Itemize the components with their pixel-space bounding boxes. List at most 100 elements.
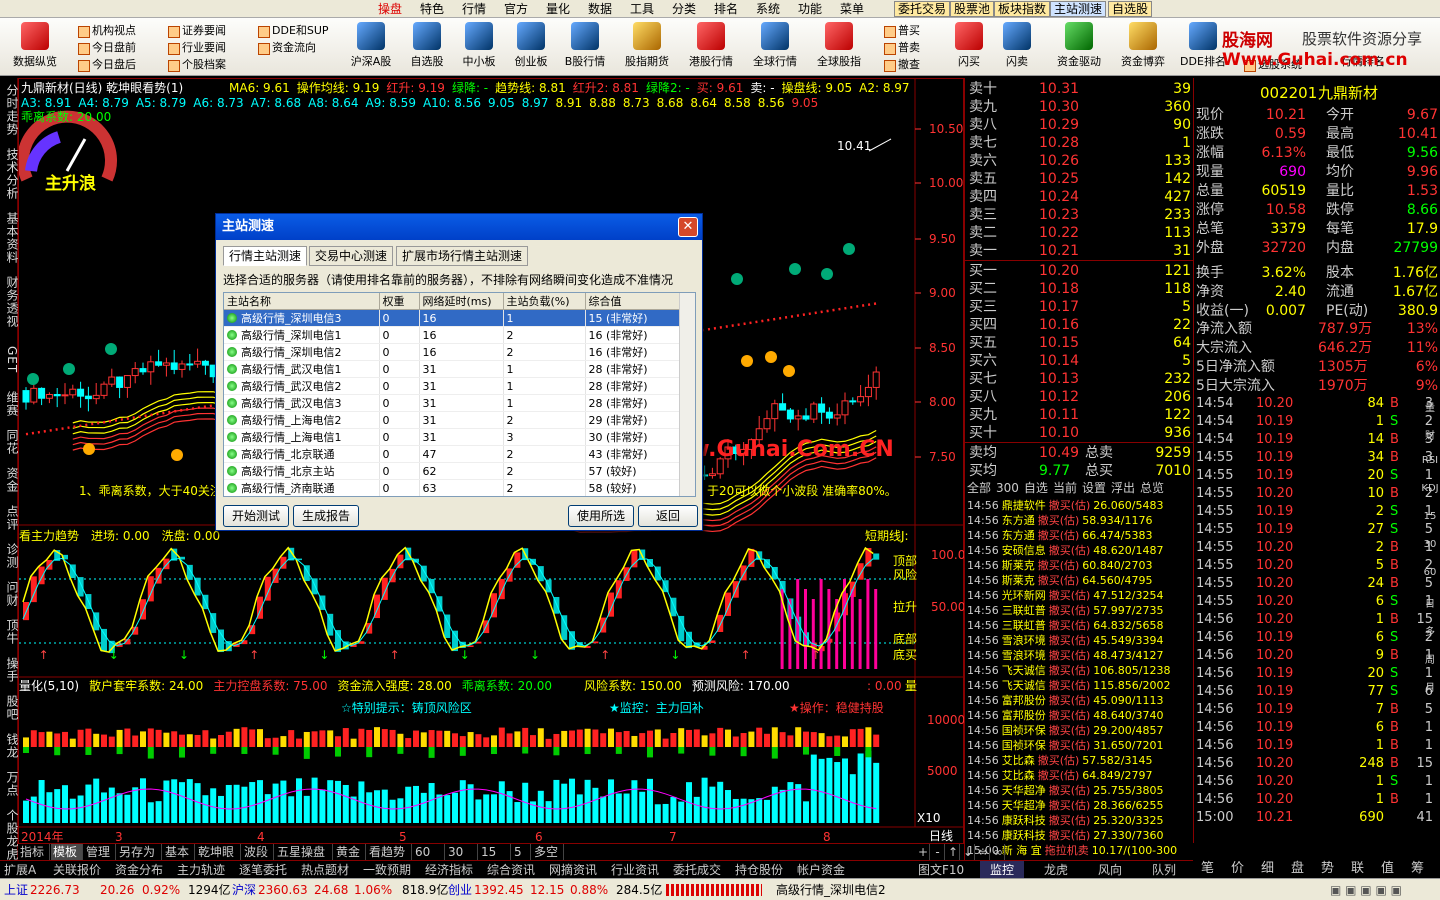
side-icon[interactable]: 日 bbox=[1420, 595, 1440, 610]
menu-caidan[interactable]: 菜单 bbox=[840, 1, 864, 17]
server-row[interactable]: 高级行情_武汉电信2 0 31 1 28 (非常好) bbox=[224, 377, 681, 395]
global-button[interactable]: 全球行情 bbox=[746, 22, 804, 74]
menu-fenlei[interactable]: 分类 bbox=[672, 1, 696, 17]
feed-tab[interactable]: 总览 bbox=[1140, 481, 1164, 495]
server-row[interactable]: 高级行情_上海电信1 0 31 3 30 (非常好) bbox=[224, 428, 681, 446]
function-tab[interactable]: 行业资讯 bbox=[611, 861, 659, 879]
vtab-item[interactable]: 钱龙 bbox=[0, 729, 19, 763]
menu-shuju[interactable]: 数据 bbox=[588, 1, 612, 17]
function-tab[interactable]: 经济指标 bbox=[425, 861, 473, 879]
server-list[interactable]: 主站名称 权重 网络延时(ms) 主站负载(%) 综合值 高级行情_深圳电信3 0… bbox=[223, 292, 696, 497]
menu-tese[interactable]: 特色 bbox=[420, 1, 444, 17]
data-overview-button[interactable]: 数据纵览 bbox=[6, 22, 64, 74]
vtab-item[interactable]: 财务透视 bbox=[0, 272, 19, 332]
side-icon[interactable]: 财 bbox=[1420, 427, 1440, 442]
vtab-item[interactable]: 资金 bbox=[0, 463, 19, 497]
indicator-tab[interactable]: 60 bbox=[413, 844, 445, 861]
menu-caopan[interactable]: 操盘 bbox=[378, 1, 402, 17]
vtab-item[interactable]: 同花 bbox=[0, 425, 19, 459]
vtab-item[interactable]: 股吧 bbox=[0, 691, 19, 725]
fund-drive-button[interactable]: 资金驱动 bbox=[1050, 22, 1108, 74]
chart-control[interactable]: + bbox=[916, 844, 930, 861]
jigou-link[interactable]: 机构视点 bbox=[78, 22, 136, 39]
side-icon[interactable]: 量 bbox=[1420, 399, 1440, 414]
vtab-item[interactable]: 分时走势 bbox=[0, 80, 19, 140]
hangye-link[interactable]: 行业要闻 bbox=[168, 39, 226, 56]
feed-tab[interactable]: 设置 bbox=[1082, 481, 1106, 495]
tab-bankuai[interactable]: 板块指数 bbox=[994, 1, 1051, 17]
indicator-tab[interactable]: 五星操盘 bbox=[275, 844, 333, 861]
indicator-tab[interactable]: 管理 bbox=[84, 844, 116, 861]
close-icon[interactable]: ✕ bbox=[678, 217, 698, 237]
indicator-tab[interactable]: 看趋势 bbox=[367, 844, 412, 861]
function-tab[interactable]: 帐户资金 bbox=[797, 861, 845, 879]
side-icon[interactable]: 30 bbox=[1420, 539, 1440, 550]
chuangye-button[interactable]: 创业板 bbox=[502, 22, 560, 74]
function-tab[interactable]: 一致预期 bbox=[363, 861, 411, 879]
function-tab[interactable]: 关联报价 bbox=[53, 861, 101, 879]
server-row[interactable]: 高级行情_北京主站 0 62 2 57 (较好) bbox=[224, 462, 681, 480]
vtab-item[interactable]: GET bbox=[0, 336, 19, 383]
side-icon[interactable]: KDJ bbox=[1420, 483, 1440, 494]
pumai2-link[interactable]: 普卖 bbox=[884, 39, 920, 56]
chart-control[interactable]: ⇔ bbox=[976, 844, 990, 861]
vtab-item[interactable]: 点评 bbox=[0, 501, 19, 535]
col-load[interactable]: 主站负载(%) bbox=[503, 293, 586, 310]
server-row[interactable]: 高级行情_武汉电信1 0 31 1 28 (非常好) bbox=[224, 360, 681, 378]
tab-zhuzhan-cesu[interactable]: 主站测速 bbox=[1050, 1, 1107, 17]
side-icon[interactable]: 60 bbox=[1420, 567, 1440, 578]
vtab-item[interactable]: 操手 bbox=[0, 653, 19, 687]
function-tab[interactable]: 主力轨迹 bbox=[177, 861, 225, 879]
back-button[interactable]: 返回 bbox=[638, 505, 698, 527]
detail-tab[interactable]: 联 bbox=[1351, 860, 1364, 878]
function-tab[interactable]: 扩展A bbox=[4, 861, 36, 879]
detail-tab[interactable]: 细 bbox=[1261, 860, 1274, 878]
panhou-link[interactable]: 今日盘后 bbox=[78, 56, 136, 73]
tab-gupiaochi[interactable]: 股票池 bbox=[950, 1, 995, 17]
menu-lianghua[interactable]: 量化 bbox=[546, 1, 570, 17]
detail-tab[interactable]: 笔 bbox=[1201, 860, 1214, 878]
indicator-tab[interactable]: 15 bbox=[479, 844, 511, 861]
detail-tab[interactable]: 值 bbox=[1381, 860, 1394, 878]
feed-tab[interactable]: 自选 bbox=[1024, 481, 1048, 495]
chart-control[interactable]: - bbox=[931, 844, 945, 861]
menu-paiming[interactable]: 排名 bbox=[714, 1, 738, 17]
feed-tab[interactable]: 全部 bbox=[967, 481, 991, 495]
indicator-tab[interactable]: 乾坤眼 bbox=[196, 844, 241, 861]
col-score[interactable]: 综合值 bbox=[585, 293, 681, 310]
feed-tab[interactable]: 300 bbox=[996, 481, 1019, 495]
generate-report-button[interactable]: 生成报告 bbox=[293, 505, 359, 527]
feed-bottom-tab[interactable]: 监控 bbox=[980, 861, 1025, 879]
b-share-button[interactable]: B股行情 bbox=[556, 22, 614, 74]
chart-control[interactable]: ↓ bbox=[961, 844, 975, 861]
side-icon[interactable]: RSI bbox=[1420, 455, 1440, 466]
indicator-tab[interactable]: 另存为 bbox=[117, 844, 162, 861]
indicator-tab[interactable]: 指标 bbox=[18, 844, 50, 861]
side-icon[interactable]: 周 bbox=[1420, 651, 1440, 666]
flash-sell-button[interactable]: 闪卖 bbox=[988, 22, 1046, 74]
vtab-item[interactable]: 个股龙虎 bbox=[0, 805, 19, 865]
server-row[interactable]: 高级行情_北京联通 0 47 2 43 (非常好) bbox=[224, 445, 681, 463]
chart-control[interactable]: ↑ bbox=[946, 844, 960, 861]
vtab-item[interactable]: 问财 bbox=[0, 577, 19, 611]
function-tab[interactable]: 图文F10 bbox=[918, 861, 964, 879]
side-icon[interactable]: 15 bbox=[1420, 511, 1440, 522]
col-weight[interactable]: 权重 bbox=[379, 293, 420, 310]
indicator-tab[interactable]: 30 bbox=[446, 844, 478, 861]
dde-link[interactable]: DDE和SUP bbox=[258, 22, 329, 39]
col-latency[interactable]: 网络延时(ms) bbox=[419, 293, 504, 310]
chart-control[interactable]: ∞ bbox=[991, 844, 1005, 861]
function-tab[interactable]: 网摘资讯 bbox=[549, 861, 597, 879]
side-icon[interactable]: 多 bbox=[1420, 623, 1440, 638]
server-row[interactable]: 高级行情_深圳电信2 0 16 2 16 (非常好) bbox=[224, 343, 681, 361]
function-tab[interactable]: 资金分布 bbox=[115, 861, 163, 879]
feed-bottom-tab[interactable]: 风向 bbox=[1088, 861, 1132, 879]
zhengquan-link[interactable]: 证券要闻 bbox=[168, 22, 226, 39]
indicator-tab[interactable]: 多空 bbox=[532, 844, 564, 861]
detail-tab[interactable]: 价 bbox=[1231, 860, 1244, 878]
feed-tab[interactable]: 浮出 bbox=[1111, 481, 1135, 495]
menu-hangqing[interactable]: 行情 bbox=[462, 1, 486, 17]
dangan-link[interactable]: 个股档案 bbox=[168, 56, 226, 73]
function-tab[interactable]: 热点题材 bbox=[301, 861, 349, 879]
vtab-item[interactable]: 万点 bbox=[0, 767, 19, 801]
